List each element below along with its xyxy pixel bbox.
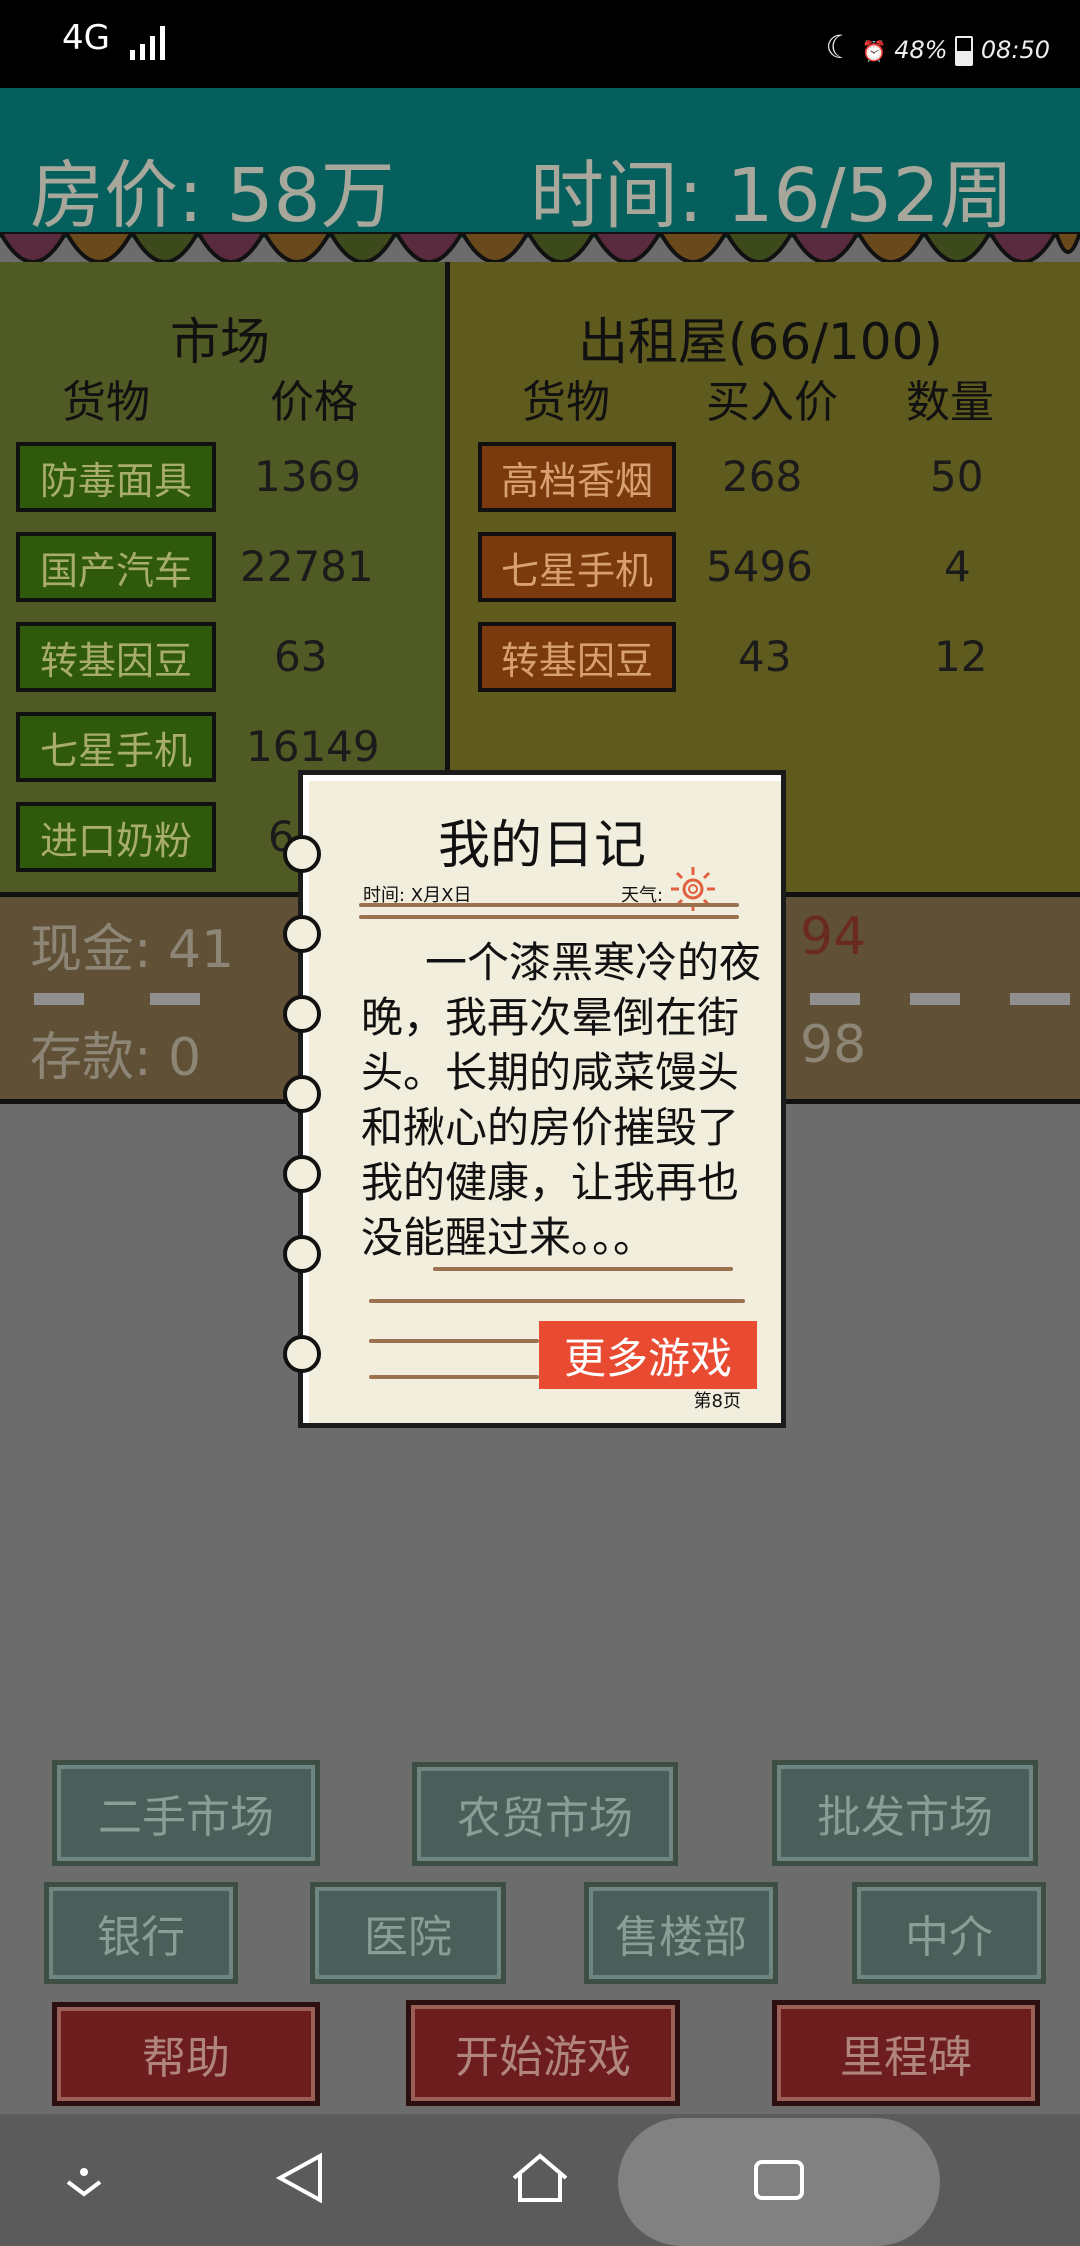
binder-ring bbox=[283, 1235, 321, 1273]
binder-ring bbox=[283, 915, 321, 953]
market-col-goods: 货物 bbox=[62, 377, 150, 428]
rental-buy-price: 43 bbox=[738, 632, 792, 681]
farmers-market-button[interactable]: 农贸市场 bbox=[412, 1762, 678, 1866]
rental-item[interactable]: 转基因豆 bbox=[478, 622, 676, 692]
house-price: 房价: 58万 bbox=[30, 153, 395, 239]
milestones-button[interactable]: 里程碑 bbox=[772, 2000, 1040, 2106]
alarm-icon: ⏰ bbox=[861, 39, 887, 63]
rental-col-buy: 买入价 bbox=[706, 377, 838, 428]
binder-ring bbox=[283, 1155, 321, 1193]
market-item[interactable]: 转基因豆 bbox=[16, 622, 216, 692]
divider bbox=[910, 993, 960, 1005]
binder-ring bbox=[283, 995, 321, 1033]
rental-col-qty: 数量 bbox=[906, 377, 994, 428]
binder-ring bbox=[283, 1335, 321, 1373]
agency-button[interactable]: 中介 bbox=[852, 1882, 1046, 1984]
rental-col-goods: 货物 bbox=[522, 377, 610, 428]
rental-qty: 4 bbox=[944, 542, 971, 591]
deposit-right-value: 98 bbox=[800, 1015, 867, 1075]
diary-rule bbox=[359, 903, 739, 907]
divider bbox=[810, 993, 860, 1005]
market-item[interactable]: 进口奶粉 bbox=[16, 802, 216, 872]
game-header: 房价: 58万 时间: 16/52周 bbox=[0, 88, 1080, 239]
rental-item[interactable]: 高档香烟 bbox=[478, 442, 676, 512]
signal-icon bbox=[130, 26, 165, 60]
sales-office-button[interactable]: 售楼部 bbox=[584, 1882, 778, 1984]
second-hand-market-button[interactable]: 二手市场 bbox=[52, 1760, 320, 1866]
divider bbox=[150, 993, 200, 1005]
hospital-button[interactable]: 医院 bbox=[310, 1882, 506, 1984]
binder-ring bbox=[283, 1075, 321, 1113]
market-title: 市场 bbox=[170, 313, 270, 371]
start-game-button[interactable]: 开始游戏 bbox=[406, 2000, 680, 2106]
market-col-price: 价格 bbox=[270, 377, 358, 428]
diary-rule bbox=[359, 915, 739, 919]
diary-text: 一个漆黑寒冷的夜晚，我再次晕倒在街头。长期的咸菜馒头和揪心的房价摧毁了我的健康，… bbox=[361, 938, 762, 1262]
status-right: ☾ ⏰ 48% 08:50 bbox=[825, 28, 1050, 66]
help-button[interactable]: 帮助 bbox=[52, 2002, 320, 2106]
diary-page-number: 第8页 bbox=[693, 1391, 741, 1412]
diary-rule bbox=[369, 1375, 539, 1379]
deposit-label: 存款: 0 bbox=[30, 1028, 202, 1088]
network-indicator: 4G bbox=[62, 18, 110, 58]
market-price: 16149 bbox=[246, 722, 380, 771]
recent-apps-icon[interactable] bbox=[752, 2158, 806, 2202]
diary-rule bbox=[369, 1299, 745, 1303]
diary-rule bbox=[433, 1267, 733, 1271]
rental-buy-price: 268 bbox=[722, 452, 803, 501]
market-item[interactable]: 七星手机 bbox=[16, 712, 216, 782]
market-price: 1369 bbox=[254, 452, 361, 501]
home-icon[interactable] bbox=[510, 2152, 570, 2204]
market-item[interactable]: 国产汽车 bbox=[16, 532, 216, 602]
market-price: 63 bbox=[274, 632, 328, 681]
market-price: 22781 bbox=[240, 542, 374, 591]
battery-icon bbox=[955, 36, 974, 66]
wholesale-market-button[interactable]: 批发市场 bbox=[772, 1760, 1038, 1866]
back-icon[interactable] bbox=[276, 2152, 324, 2204]
divider bbox=[1010, 993, 1070, 1005]
battery-percent: 48% bbox=[894, 36, 948, 64]
game-week: 时间: 16/52周 bbox=[530, 153, 1014, 239]
diary-rule bbox=[369, 1339, 539, 1343]
rental-title: 出租屋(66/100) bbox=[578, 313, 943, 371]
rental-qty: 50 bbox=[930, 452, 984, 501]
cash-right-value: 94 bbox=[800, 907, 867, 967]
clock-time: 08:50 bbox=[980, 36, 1050, 64]
divider bbox=[34, 993, 84, 1005]
cash-label: 现金: 41 bbox=[30, 920, 235, 980]
status-bar: 4G ☾ ⏰ 48% 08:50 bbox=[0, 0, 1080, 88]
more-games-button[interactable]: 更多游戏 bbox=[539, 1321, 757, 1389]
hide-nav-icon[interactable] bbox=[62, 2166, 106, 2198]
rental-buy-price: 5496 bbox=[706, 542, 813, 591]
rental-qty: 12 bbox=[934, 632, 988, 681]
moon-icon: ☾ bbox=[825, 28, 855, 66]
bank-button[interactable]: 银行 bbox=[44, 1882, 238, 1984]
diary-dialog: 我的日记 时间: X月X日 天气: 一个漆黑寒冷的夜晚，我再次晕倒在街头。长期的… bbox=[283, 770, 786, 1428]
market-item[interactable]: 防毒面具 bbox=[16, 442, 216, 512]
rental-item[interactable]: 七星手机 bbox=[478, 532, 676, 602]
